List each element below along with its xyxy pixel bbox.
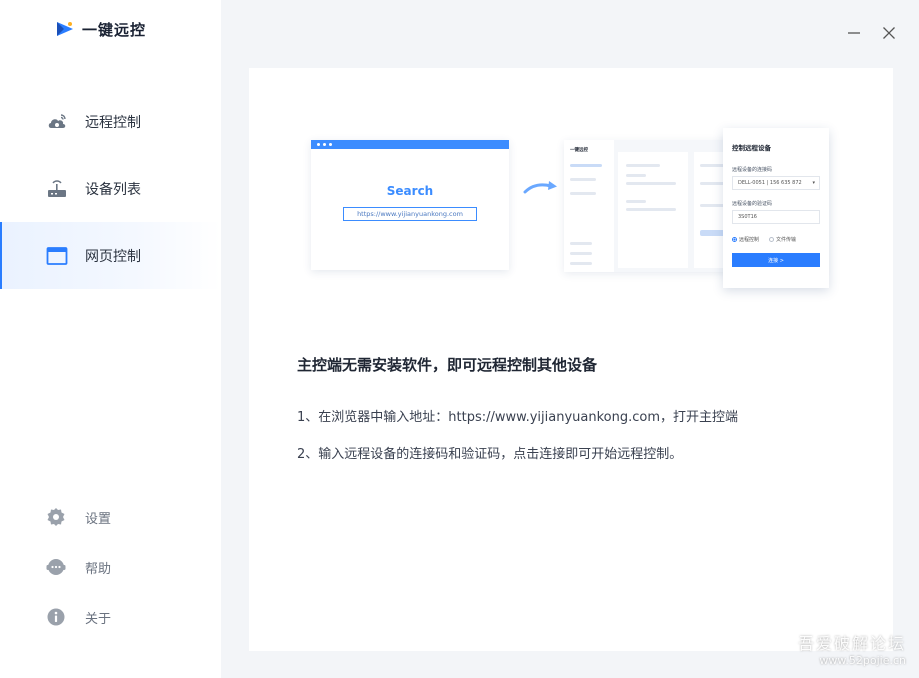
nav-item-label: 网页控制	[85, 248, 141, 265]
nav-item-label: 关于	[85, 611, 112, 627]
gear-icon	[46, 507, 66, 527]
panel-radio-remote: 远程控制	[732, 236, 759, 243]
close-icon	[883, 27, 895, 39]
nav-item-label: 帮助	[85, 561, 112, 577]
browser-window-icon	[46, 245, 68, 267]
mini-list-column	[618, 152, 688, 268]
device-list-icon	[46, 178, 68, 200]
minimize-icon	[848, 32, 860, 34]
instruction-step-2: 2、输入远程设备的连接码和验证码，点击连接即可开始远程控制。	[297, 447, 683, 462]
logo-icon	[57, 22, 73, 36]
nav-item-help[interactable]: 帮助	[0, 542, 221, 592]
help-chat-icon	[46, 557, 66, 577]
panel-code-label: 远程设备的连接码	[732, 167, 773, 173]
nav-item-label: 设置	[85, 511, 112, 527]
panel-verify-label: 远程设备的验证码	[732, 201, 773, 207]
mini-app-name: 一键远控	[570, 148, 588, 153]
app-name: 一键远控	[82, 20, 147, 39]
bottom-nav: 设置 帮助 关于	[0, 492, 221, 642]
panel-connect-button: 连接 >	[732, 253, 820, 267]
app-logo: 一键远控	[54, 18, 146, 40]
panel-verify-field: 3S0T16	[732, 210, 820, 224]
chevron-down-icon: ▾	[812, 180, 815, 186]
content-card: Search https://www.yijianyuankong.com 一键…	[249, 68, 893, 651]
nav-item-web-control[interactable]: 网页控制	[0, 222, 221, 289]
watermark-title: 吾爱破解论坛	[798, 634, 907, 653]
main-nav: 远程控制 设备列表 网页控制	[0, 88, 221, 289]
watermark: 吾爱破解论坛 www.52pojie.cn	[798, 630, 906, 667]
arrow-icon	[523, 181, 557, 194]
panel-title: 控制远程设备	[732, 144, 771, 152]
nav-item-settings[interactable]: 设置	[0, 492, 221, 542]
nav-item-device-list[interactable]: 设备列表	[0, 155, 221, 222]
cloud-remote-icon	[46, 111, 68, 133]
instruction-step-1: 1、在浏览器中输入地址：https://www.yijianyuankong.c…	[297, 410, 738, 425]
browser-mockup: Search https://www.yijianyuankong.com	[311, 140, 509, 270]
panel-radio-file: 文件传输	[769, 236, 796, 243]
nav-item-remote-control[interactable]: 远程控制	[0, 88, 221, 155]
watermark-url: www.52pojie.cn	[819, 654, 907, 667]
close-button[interactable]	[878, 22, 900, 44]
nav-item-about[interactable]: 关于	[0, 592, 221, 642]
browser-url-field: https://www.yijianyuankong.com	[343, 207, 477, 221]
panel-code-field: DELL-0051 | 156 635 872 ▾	[732, 176, 820, 190]
nav-item-label: 设备列表	[85, 181, 141, 198]
nav-item-label: 远程控制	[85, 114, 141, 131]
browser-search-label: Search	[386, 184, 434, 198]
mini-sidebar: 一键远控	[564, 140, 614, 272]
page-heading: 主控端无需安装软件，即可远程控制其他设备	[297, 356, 598, 374]
minimize-button[interactable]	[843, 22, 865, 44]
connect-panel-mockup: 控制远程设备 远程设备的连接码 DELL-0051 | 156 635 872 …	[723, 128, 829, 288]
illustration: Search https://www.yijianyuankong.com 一键…	[311, 128, 831, 358]
sidebar: 一键远控 远程控制 设备列表 网页控制 设置 帮助 关于	[0, 0, 221, 678]
panel-code-value: DELL-0051 | 156 635 872	[738, 180, 802, 186]
info-icon	[46, 607, 66, 627]
browser-title-bar	[311, 140, 509, 149]
